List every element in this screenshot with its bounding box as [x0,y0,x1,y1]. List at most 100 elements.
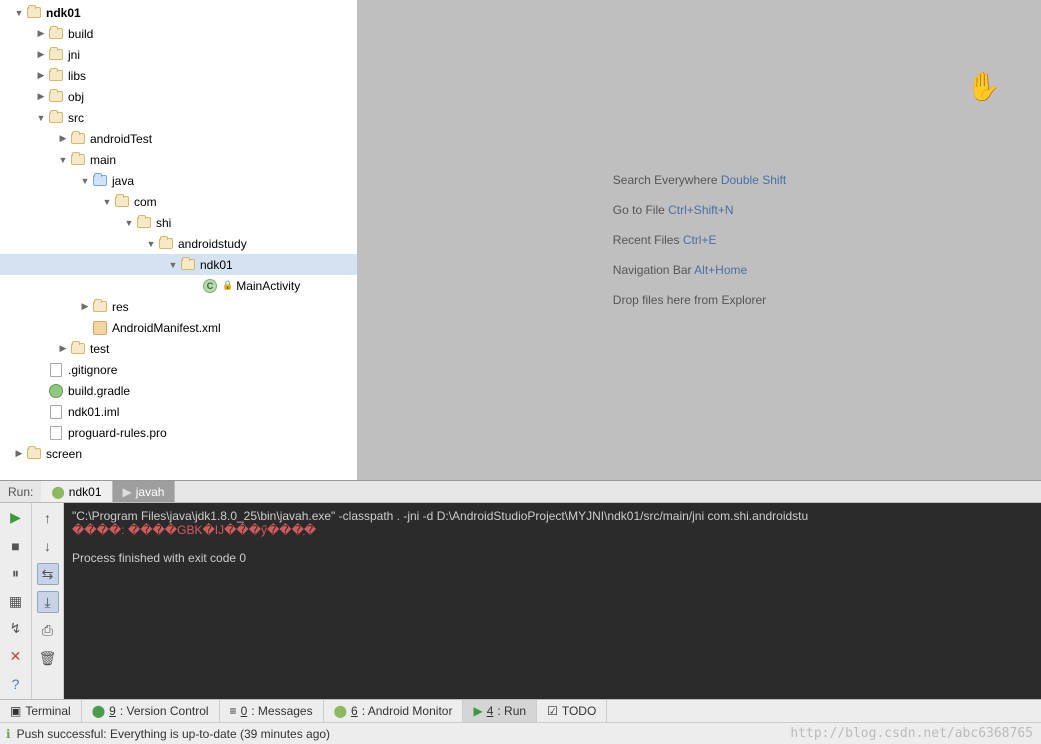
hint-goto: Go to File Ctrl+Shift+N [613,203,786,217]
hand-cursor-icon: ✋ [966,70,1001,103]
hint-recent: Recent Files Ctrl+E [613,233,786,247]
folder-icon [26,446,42,462]
run-tab-javah[interactable]: ▶javah [113,481,176,502]
run-toolbar-left: ▶ ■ ⏸ ▦ ↯ ✕ ? [0,503,32,699]
project-tree[interactable]: ndk01 build jni libs obj src androidTest… [0,0,358,480]
tree-node-buildgradle[interactable]: build.gradle [0,380,357,401]
expand-icon[interactable] [80,176,90,186]
console-error: ����: ����GBK�IJ���ӳ���ַ� [72,523,316,537]
expand-icon[interactable] [14,448,24,459]
tree-node-shi[interactable]: shi [0,212,357,233]
console-exit: Process finished with exit code 0 [72,551,246,565]
tree-node-java[interactable]: java [0,170,357,191]
scroll-to-end-button[interactable]: ⤓ [37,591,59,613]
hint-drop: Drop files here from Explorer [613,293,786,307]
tree-node-ndk01-package[interactable]: ndk01 [0,254,357,275]
tree-node-mainactivity[interactable]: C🔒MainActivity [0,275,357,296]
tab-terminal[interactable]: ▣Terminal [0,700,82,722]
tab-run[interactable]: ▶4: Run [463,700,537,722]
expand-icon[interactable] [14,8,24,18]
expand-icon[interactable] [36,70,46,81]
tree-node-manifest[interactable]: AndroidManifest.xml [0,317,357,338]
close-button[interactable]: ✕ [5,646,27,668]
expand-icon[interactable] [36,28,46,39]
print-button[interactable]: ⎙ [37,619,59,641]
soft-wrap-button[interactable]: ⇆ [37,563,59,585]
node-label: ndk01 [200,258,233,272]
expand-icon[interactable] [36,49,46,60]
node-label: res [112,300,129,314]
restore-layout-button[interactable]: ↯ [5,618,27,640]
run-tab-ndk01[interactable]: ⬤ndk01 [41,481,112,502]
gradle-icon [48,383,64,399]
help-button[interactable]: ? [5,673,27,695]
tree-node-screen[interactable]: screen [0,443,357,464]
down-button[interactable]: ↓ [37,535,59,557]
play-icon: ▶ [473,704,482,718]
tree-node-gitignore[interactable]: .gitignore [0,359,357,380]
up-button[interactable]: ↑ [37,507,59,529]
tab-android-monitor[interactable]: ⬤6: Android Monitor [324,700,464,722]
node-label: ndk01.iml [68,405,119,419]
node-label: build [68,27,93,41]
package-icon [114,194,130,210]
class-icon: C [202,278,218,294]
expand-icon[interactable] [36,91,46,102]
tree-node-main[interactable]: main [0,149,357,170]
watermark: http://blog.csdn.net/abc6368765 [790,726,1033,741]
tab-version-control[interactable]: ⬤9: Version Control [82,700,220,722]
source-folder-icon [92,173,108,189]
rerun-button[interactable]: ▶ [5,507,27,529]
expand-icon[interactable] [168,260,178,270]
package-icon [136,215,152,231]
dump-button[interactable]: ▦ [5,590,27,612]
status-text: Push successful: Everything is up-to-dat… [17,727,331,741]
node-label: .gitignore [68,363,117,377]
tree-node-root[interactable]: ndk01 [0,2,357,23]
node-label: proguard-rules.pro [68,426,167,440]
expand-icon[interactable] [124,218,134,228]
editor-empty-area[interactable]: ✋ Search Everywhere Double Shift Go to F… [358,0,1041,480]
expand-icon[interactable] [58,133,68,144]
expand-icon[interactable] [80,301,90,312]
stop-button[interactable]: ■ [5,535,27,557]
expand-icon[interactable] [102,197,112,207]
tree-node-com[interactable]: com [0,191,357,212]
lock-icon: 🔒 [222,280,233,291]
tree-node-obj[interactable]: obj [0,86,357,107]
tree-node-androidstudy[interactable]: androidstudy [0,233,357,254]
node-label: main [90,153,116,167]
tree-node-proguard[interactable]: proguard-rules.pro [0,422,357,443]
folder-icon [48,68,64,84]
tab-messages[interactable]: ≡0: Messages [220,700,324,722]
vcs-icon: ⬤ [92,704,105,718]
node-label: libs [68,69,86,83]
node-label: androidTest [90,132,152,146]
messages-icon: ≡ [230,704,237,718]
pause-button[interactable]: ⏸ [5,562,27,584]
expand-icon[interactable] [36,113,46,123]
expand-icon[interactable] [58,155,68,165]
bottom-tool-bar: ▣Terminal ⬤9: Version Control ≡0: Messag… [0,699,1041,722]
tree-node-iml[interactable]: ndk01.iml [0,401,357,422]
console-output[interactable]: "C:\Program Files\java\jdk1.8.0_25\bin\j… [64,503,1041,699]
hint-nav: Navigation Bar Alt+Home [613,263,786,277]
tree-node-androidtest[interactable]: androidTest [0,128,357,149]
tree-node-test[interactable]: test [0,338,357,359]
tree-node-res[interactable]: res [0,296,357,317]
expand-icon[interactable] [146,239,156,249]
clear-button[interactable]: 🗑 [37,647,59,669]
tab-todo[interactable]: ☑TODO [537,700,607,722]
expand-icon[interactable] [58,343,68,354]
tree-node-libs[interactable]: libs [0,65,357,86]
tree-node-build[interactable]: build [0,23,357,44]
tree-node-jni[interactable]: jni [0,44,357,65]
folder-icon [48,47,64,63]
node-label: src [68,111,84,125]
manifest-icon [92,320,108,336]
node-label: androidstudy [178,237,247,251]
run-toolbar-right: ↑ ↓ ⇆ ⤓ ⎙ 🗑 [32,503,64,699]
package-icon [180,257,196,273]
status-bar: ℹ Push successful: Everything is up-to-d… [0,722,1041,744]
tree-node-src[interactable]: src [0,107,357,128]
